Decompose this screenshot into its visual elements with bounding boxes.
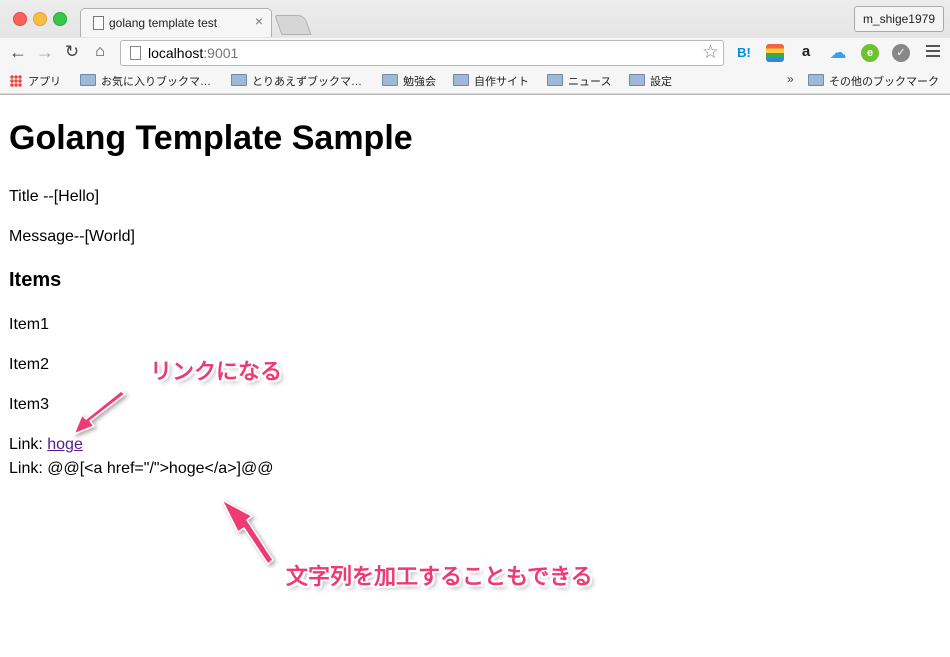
tab-close-icon[interactable]: × <box>255 13 263 29</box>
bookmark-folder[interactable]: とりあえずブックマ… <box>231 73 362 89</box>
bookmark-star-icon[interactable]: ☆ <box>702 41 719 64</box>
bookmark-folder[interactable]: ニュース <box>547 73 611 89</box>
url-text[interactable]: localhost:9001 <box>148 45 238 61</box>
annotation-becomes-link: リンクになる <box>150 360 283 385</box>
list-item: Item3 <box>9 396 50 413</box>
feather-extension-icon[interactable]: ✓ <box>892 44 910 62</box>
page-icon <box>93 16 104 30</box>
folder-icon <box>629 74 645 86</box>
folder-icon <box>547 74 563 86</box>
amazon-icon[interactable]: a <box>797 44 815 62</box>
folder-icon <box>453 74 469 86</box>
back-icon[interactable]: ← <box>8 42 28 62</box>
cloud-icon[interactable]: ☁ <box>828 44 848 62</box>
folder-icon <box>382 74 398 86</box>
annotation-arrow-down <box>221 499 274 565</box>
hatena-bookmark-icon[interactable]: B! <box>735 44 753 62</box>
close-window-button[interactable] <box>13 12 27 26</box>
bookmark-folder[interactable]: お気に入りブックマ… <box>80 73 211 89</box>
toolbar: ← → ↻ ⌂ localhost:9001 ☆ B! a ☁ e ✓ <box>0 38 950 68</box>
bookmarks-overflow-button[interactable]: » <box>787 72 794 86</box>
color-palette-icon[interactable] <box>766 44 784 62</box>
folder-icon <box>808 74 824 86</box>
list-item: Item2 <box>9 356 50 373</box>
new-tab-button[interactable] <box>274 15 312 35</box>
page-title: Golang Template Sample <box>9 119 413 157</box>
minimize-window-button[interactable] <box>33 12 47 26</box>
menu-icon[interactable] <box>926 45 940 60</box>
items-heading: Items <box>9 269 62 291</box>
annotation-arrow-up <box>73 390 126 435</box>
profile-button[interactable]: m_shige1979 <box>853 6 944 32</box>
tab-title: golang template test <box>109 16 218 30</box>
bookmark-folder[interactable]: 設定 <box>629 73 672 89</box>
evernote-icon[interactable]: e <box>861 44 879 62</box>
bookmark-apps[interactable]: アプリ <box>10 73 61 89</box>
reload-icon[interactable]: ↻ <box>62 42 82 62</box>
bookmarks-bar: アプリ お気に入りブックマ… とりあえずブックマ… 勉強会 自作サイト ニュース… <box>0 68 950 93</box>
apps-grid-icon <box>10 75 22 87</box>
address-bar[interactable]: localhost:9001 ☆ <box>120 40 724 66</box>
other-bookmarks[interactable]: その他のブックマーク <box>808 73 939 89</box>
forward-icon[interactable]: → <box>35 42 55 62</box>
folder-icon <box>231 74 247 86</box>
message-line: Message--[World] <box>9 228 135 245</box>
zoom-window-button[interactable] <box>53 12 67 26</box>
browser-chrome: golang template test × m_shige1979 ← → ↻… <box>0 0 950 95</box>
raw-link-line: Link: @@[<a href="/">hoge</a>]@@ <box>9 460 274 477</box>
browser-tab[interactable]: golang template test × <box>80 8 272 37</box>
page-icon <box>130 46 141 60</box>
bookmark-folder[interactable]: 勉強会 <box>382 73 436 89</box>
folder-icon <box>80 74 96 86</box>
list-item: Item1 <box>9 316 50 333</box>
title-line: Title --[Hello] <box>9 188 100 205</box>
home-icon[interactable]: ⌂ <box>90 42 110 62</box>
annotation-can-process-string: 文字列を加工することもできる <box>286 565 593 590</box>
bookmark-folder[interactable]: 自作サイト <box>453 73 529 89</box>
